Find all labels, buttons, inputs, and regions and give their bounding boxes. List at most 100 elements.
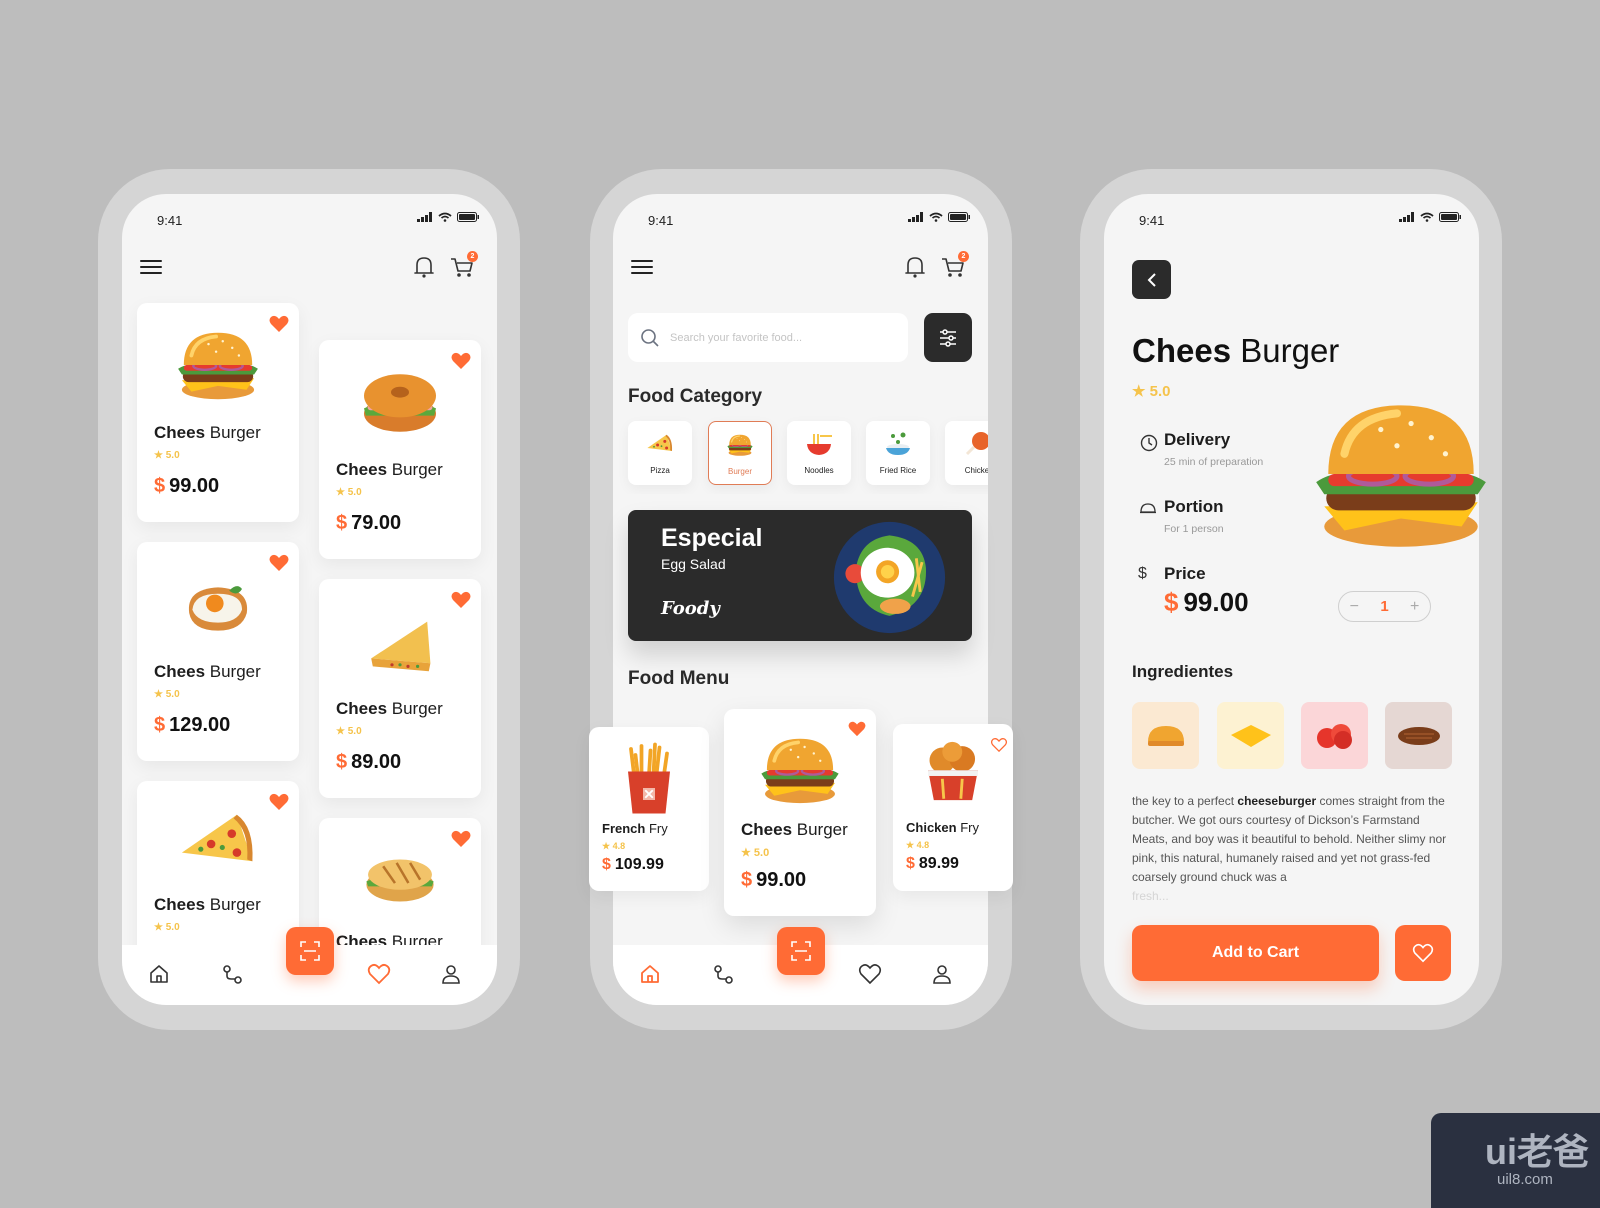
- scan-button[interactable]: [777, 927, 825, 975]
- search-placeholder: Search your favorite food...: [670, 331, 803, 344]
- burger-image: [754, 733, 846, 807]
- heart-icon[interactable]: [451, 830, 471, 848]
- rating: ★ 4.8: [906, 840, 930, 850]
- pizza-image: [175, 809, 261, 879]
- fries-image: [619, 741, 679, 817]
- battery-icon: [948, 212, 970, 222]
- food-name: Chees Burger: [154, 423, 261, 442]
- ingredient-patty[interactable]: [1385, 702, 1452, 769]
- bell-icon[interactable]: [903, 254, 927, 280]
- status-time: 9:41: [648, 213, 674, 228]
- noodles-icon: [807, 434, 832, 455]
- ingredient-tomato[interactable]: [1301, 702, 1368, 769]
- food-card[interactable]: Chees Burger ★ 5.0 $99.00: [137, 303, 299, 522]
- food-menu-title: Food Menu: [628, 668, 730, 689]
- heart-icon[interactable]: [269, 554, 289, 572]
- heart-icon[interactable]: [451, 352, 471, 370]
- heart-icon: [1412, 943, 1434, 963]
- product-rating: ★ 5.0: [1132, 383, 1171, 400]
- pizza-icon: [645, 430, 675, 460]
- heart-nav-icon[interactable]: [858, 963, 882, 985]
- phone-screen-feed: 9:41 2 Chees Burger ★ 5.0 $99.00 Chees B…: [122, 194, 497, 1005]
- search-input[interactable]: Search your favorite food...: [628, 313, 908, 362]
- increment-button[interactable]: +: [1410, 598, 1419, 616]
- burger-image: [170, 327, 266, 403]
- tomato-icon: [1316, 723, 1352, 749]
- route-icon[interactable]: [712, 963, 734, 985]
- food-grid: Chees Burger ★ 5.0 $99.00 Chees Burger ★…: [122, 194, 497, 945]
- category-burger[interactable]: Burger: [708, 421, 772, 485]
- menu-icon[interactable]: [631, 258, 653, 276]
- watermark-url: uil8.com: [1497, 1171, 1553, 1188]
- category-chicken[interactable]: Chicke: [945, 421, 988, 485]
- ingredient-bun[interactable]: [1132, 702, 1199, 769]
- bottom-nav: [613, 927, 988, 1005]
- category-fried-rice[interactable]: Fried Rice: [866, 421, 930, 485]
- category-label: Chicke: [964, 466, 988, 475]
- home-icon[interactable]: [639, 963, 661, 985]
- category-noodles[interactable]: Noodles: [787, 421, 851, 485]
- banner-title: Especial: [661, 524, 763, 552]
- food-card[interactable]: Chees Burger ★ 5.0 $89.00: [319, 579, 481, 798]
- heart-nav-icon[interactable]: [367, 963, 391, 985]
- user-icon[interactable]: [440, 963, 462, 985]
- decrement-button[interactable]: −: [1350, 598, 1359, 616]
- banner-subtitle: Egg Salad: [661, 556, 726, 572]
- filter-button[interactable]: [924, 313, 972, 362]
- price: $129.00: [154, 714, 231, 736]
- food-card[interactable]: Chees Burger ★ 5.0 $79.00: [319, 340, 481, 559]
- favorite-button[interactable]: [1395, 925, 1451, 981]
- rating: ★ 5.0: [336, 487, 362, 498]
- price: $89.00: [336, 751, 402, 773]
- food-name: French Fry: [602, 821, 668, 836]
- menu-card[interactable]: Chicken Fry ★ 4.8 $89.99: [893, 724, 1013, 891]
- menu-card[interactable]: Chees Burger ★ 5.0 $99.00: [724, 709, 876, 916]
- ingredients-title: Ingredientes: [1132, 662, 1234, 681]
- phone-screen-detail: 9:41 Chees Burger ★ 5.0 Delivery 25 min …: [1104, 194, 1479, 1005]
- scan-icon: [300, 941, 320, 961]
- heart-icon[interactable]: [848, 721, 866, 737]
- clock-icon: [1140, 434, 1158, 452]
- cart-badge: 2: [958, 251, 969, 262]
- category-label: Burger: [727, 467, 752, 476]
- menu-card[interactable]: French Fry ★ 4.8 $109.99: [589, 727, 709, 891]
- rating: ★ 5.0: [741, 847, 770, 859]
- status-icons: [1399, 212, 1461, 222]
- ingredient-cheese[interactable]: [1217, 702, 1284, 769]
- food-name: Chicken Fry: [906, 820, 979, 835]
- scan-button[interactable]: [286, 927, 334, 975]
- home-icon[interactable]: [148, 963, 170, 985]
- cart-button[interactable]: 2: [940, 251, 969, 285]
- rating: ★ 5.0: [154, 922, 180, 933]
- food-name: Chees Burger: [336, 460, 443, 479]
- scan-icon: [791, 941, 811, 961]
- heart-icon[interactable]: [269, 315, 289, 333]
- category-pizza[interactable]: Pizza: [628, 421, 692, 485]
- category-list: Pizza Burger Noodles Fried Rice Chicke: [613, 414, 988, 494]
- food-card[interactable]: Chees Burger: [319, 818, 481, 945]
- egg-salad-image: [832, 520, 947, 635]
- egg-toast-image: [178, 568, 258, 642]
- user-icon[interactable]: [931, 963, 953, 985]
- back-button[interactable]: [1132, 260, 1171, 299]
- rating: ★ 4.8: [602, 841, 626, 851]
- search-icon: [641, 328, 659, 347]
- heart-icon[interactable]: [269, 793, 289, 811]
- filter-icon: [940, 328, 956, 347]
- bottom-nav: [122, 927, 497, 1005]
- special-banner[interactable]: Especial Egg Salad Foody: [628, 510, 972, 641]
- route-icon[interactable]: [221, 963, 243, 985]
- bun-icon: [1147, 725, 1184, 746]
- food-card[interactable]: Chees Burger ★ 5.0: [137, 781, 299, 945]
- signal-icon: [1399, 212, 1414, 222]
- burger-icon: [725, 431, 755, 459]
- add-to-cart-button[interactable]: Add to Cart: [1132, 925, 1379, 981]
- foody-logo: Foody: [661, 598, 720, 619]
- quantity-stepper: − 1 +: [1338, 591, 1431, 622]
- status-time: 9:41: [1139, 213, 1165, 228]
- food-card[interactable]: Chees Burger ★ 5.0 $129.00: [137, 542, 299, 761]
- food-name: Chees Burger: [741, 820, 848, 839]
- heart-icon[interactable]: [451, 591, 471, 609]
- dollar-icon: $: [1138, 565, 1147, 582]
- heart-outline-icon[interactable]: [991, 738, 1007, 752]
